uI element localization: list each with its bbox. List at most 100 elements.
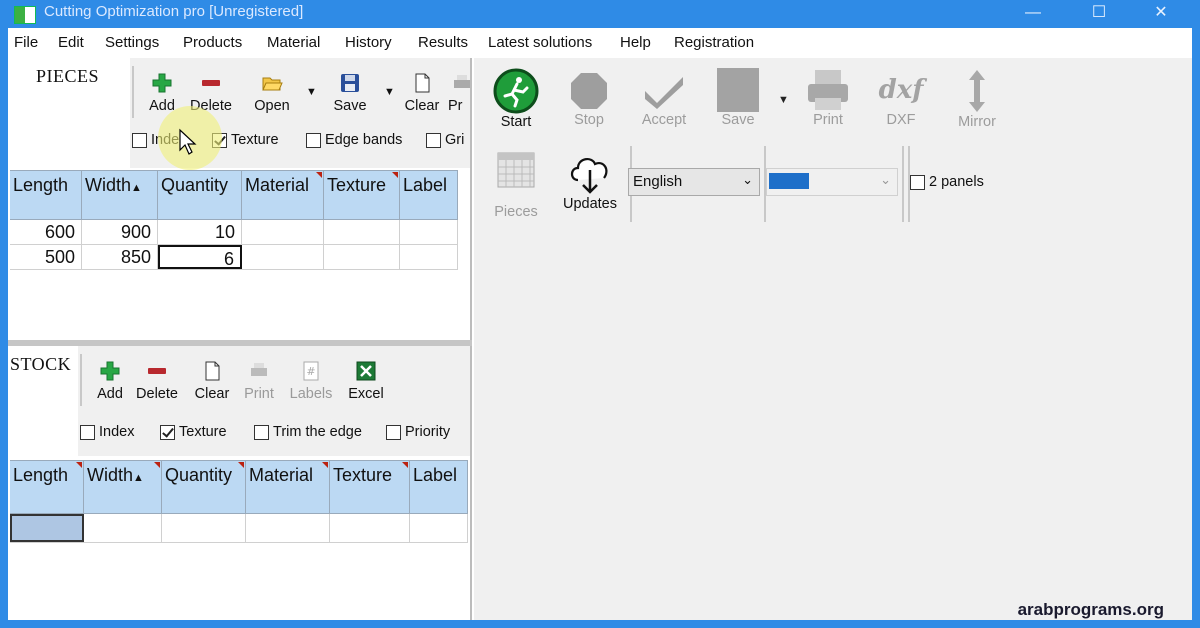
- menu-products[interactable]: Products: [183, 34, 242, 51]
- checkbox-box[interactable]: [386, 424, 401, 440]
- column-header-label[interactable]: Label: [400, 171, 458, 219]
- cell-texture[interactable]: [330, 514, 410, 542]
- minimize-button[interactable]: —: [1018, 2, 1048, 24]
- menu-latest-solutions[interactable]: Latest solutions: [488, 34, 592, 51]
- column-header-length[interactable]: Length: [10, 461, 84, 513]
- updates-button[interactable]: Updates: [560, 148, 620, 212]
- red-corner-icon: [316, 172, 322, 178]
- checkbox-box[interactable]: [254, 424, 269, 440]
- table-row[interactable]: 600 900 10: [10, 220, 458, 245]
- column-header-text: Quantity: [161, 175, 229, 195]
- cell-quantity-selected[interactable]: 6: [158, 245, 242, 269]
- cell-width[interactable]: [84, 514, 162, 542]
- svg-text:#: #: [306, 365, 315, 378]
- save-results-label: Save: [721, 112, 755, 128]
- cell-width[interactable]: 850: [82, 245, 158, 269]
- table-row[interactable]: 500 850 6: [10, 245, 458, 270]
- color-select[interactable]: ⌄: [766, 168, 898, 196]
- cell-label[interactable]: [400, 220, 458, 244]
- cell-quantity[interactable]: 10: [158, 220, 242, 244]
- cell-label[interactable]: [410, 514, 468, 542]
- plus-icon: [152, 73, 172, 93]
- column-header-length[interactable]: Length: [10, 171, 82, 219]
- pieces-save-button[interactable]: Save: [330, 70, 370, 114]
- stock-trim-edge-checkbox[interactable]: Trim the edge: [254, 424, 362, 440]
- language-select[interactable]: English ⌄: [628, 168, 760, 196]
- open-dropdown-arrow-icon[interactable]: ▼: [306, 86, 317, 98]
- start-button[interactable]: Start: [492, 68, 540, 130]
- save-dropdown-arrow-icon[interactable]: ▼: [384, 86, 395, 98]
- floppy-disk-icon: [341, 74, 359, 92]
- accept-button[interactable]: Accept: [636, 70, 692, 128]
- column-header-width[interactable]: Width▲: [82, 171, 158, 219]
- red-corner-icon: [392, 172, 398, 178]
- checkbox-label: Gri: [445, 132, 465, 148]
- save-results-button[interactable]: Save: [714, 68, 762, 128]
- cell-width[interactable]: 900: [82, 220, 158, 244]
- column-header-texture[interactable]: Texture: [330, 461, 410, 513]
- column-header-quantity[interactable]: Quantity: [162, 461, 246, 513]
- cell-length[interactable]: 600: [10, 220, 82, 244]
- menu-registration[interactable]: Registration: [674, 34, 754, 51]
- menu-file[interactable]: File: [14, 34, 38, 51]
- pieces-view-button[interactable]: Pieces: [492, 150, 540, 220]
- menu-settings[interactable]: Settings: [105, 34, 159, 51]
- cell-material[interactable]: [246, 514, 330, 542]
- chevron-down-icon: ⌄: [880, 172, 891, 187]
- checkbox-box[interactable]: [80, 424, 95, 440]
- checkmark-icon: [645, 77, 683, 109]
- cell-material[interactable]: [242, 245, 324, 269]
- cell-length-selected[interactable]: [10, 514, 84, 542]
- column-header-quantity[interactable]: Quantity: [158, 171, 242, 219]
- cell-texture[interactable]: [324, 245, 400, 269]
- stop-button[interactable]: Stop: [566, 70, 612, 128]
- pieces-edge-bands-checkbox[interactable]: Edge bands: [306, 132, 402, 148]
- pieces-open-button[interactable]: Open: [252, 70, 292, 114]
- pieces-print-button[interactable]: Pr: [448, 70, 470, 114]
- checkbox-box[interactable]: [132, 132, 147, 148]
- table-row[interactable]: [10, 514, 468, 543]
- cell-length[interactable]: 500: [10, 245, 82, 269]
- close-button[interactable]: ✕: [1146, 2, 1176, 24]
- stock-priority-checkbox[interactable]: Priority: [386, 424, 450, 440]
- column-header-material[interactable]: Material: [246, 461, 330, 513]
- pieces-texture-checkbox[interactable]: Texture: [212, 132, 279, 148]
- cell-texture[interactable]: [324, 220, 400, 244]
- stock-index-checkbox[interactable]: Index: [80, 424, 134, 440]
- save-dropdown-arrow-icon[interactable]: ▼: [778, 94, 789, 106]
- menu-history[interactable]: History: [345, 34, 392, 51]
- maximize-button[interactable]: ☐: [1084, 2, 1114, 24]
- column-header-texture[interactable]: Texture: [324, 171, 400, 219]
- dxf-button[interactable]: dxf DXF: [876, 70, 926, 128]
- cell-quantity[interactable]: [162, 514, 246, 542]
- menu-material[interactable]: Material: [267, 34, 320, 51]
- stock-texture-checkbox[interactable]: Texture: [160, 424, 227, 440]
- stock-print-button[interactable]: Print: [240, 358, 278, 402]
- pieces-grid-checkbox[interactable]: Gri: [426, 132, 464, 148]
- menu-results[interactable]: Results: [418, 34, 468, 51]
- stock-labels-button[interactable]: # Labels: [288, 358, 334, 402]
- cell-label[interactable]: [400, 245, 458, 269]
- checkbox-box[interactable]: [306, 132, 321, 148]
- blank-page-icon: [205, 361, 220, 381]
- menu-edit[interactable]: Edit: [58, 34, 84, 51]
- menu-help[interactable]: Help: [620, 34, 651, 51]
- stock-clear-button[interactable]: Clear: [194, 358, 230, 402]
- column-header-text: Width: [87, 465, 134, 485]
- mirror-button[interactable]: Mirror: [952, 68, 1002, 130]
- pieces-add-button[interactable]: Add: [144, 70, 180, 114]
- cell-material[interactable]: [242, 220, 324, 244]
- checkbox-box[interactable]: [910, 174, 925, 190]
- column-header-width[interactable]: Width▲: [84, 461, 162, 513]
- print-results-button[interactable]: Print: [804, 68, 852, 128]
- column-header-label[interactable]: Label: [410, 461, 468, 513]
- column-header-material[interactable]: Material: [242, 171, 324, 219]
- checkbox-box[interactable]: [160, 424, 175, 440]
- stock-excel-button[interactable]: Excel: [346, 358, 386, 402]
- stock-delete-button[interactable]: Delete: [134, 358, 180, 402]
- two-panels-checkbox[interactable]: 2 panels: [910, 174, 984, 190]
- mirror-label: Mirror: [958, 114, 996, 130]
- checkbox-box[interactable]: [426, 132, 441, 148]
- stock-add-button[interactable]: Add: [92, 358, 128, 402]
- pieces-clear-button[interactable]: Clear: [404, 70, 440, 114]
